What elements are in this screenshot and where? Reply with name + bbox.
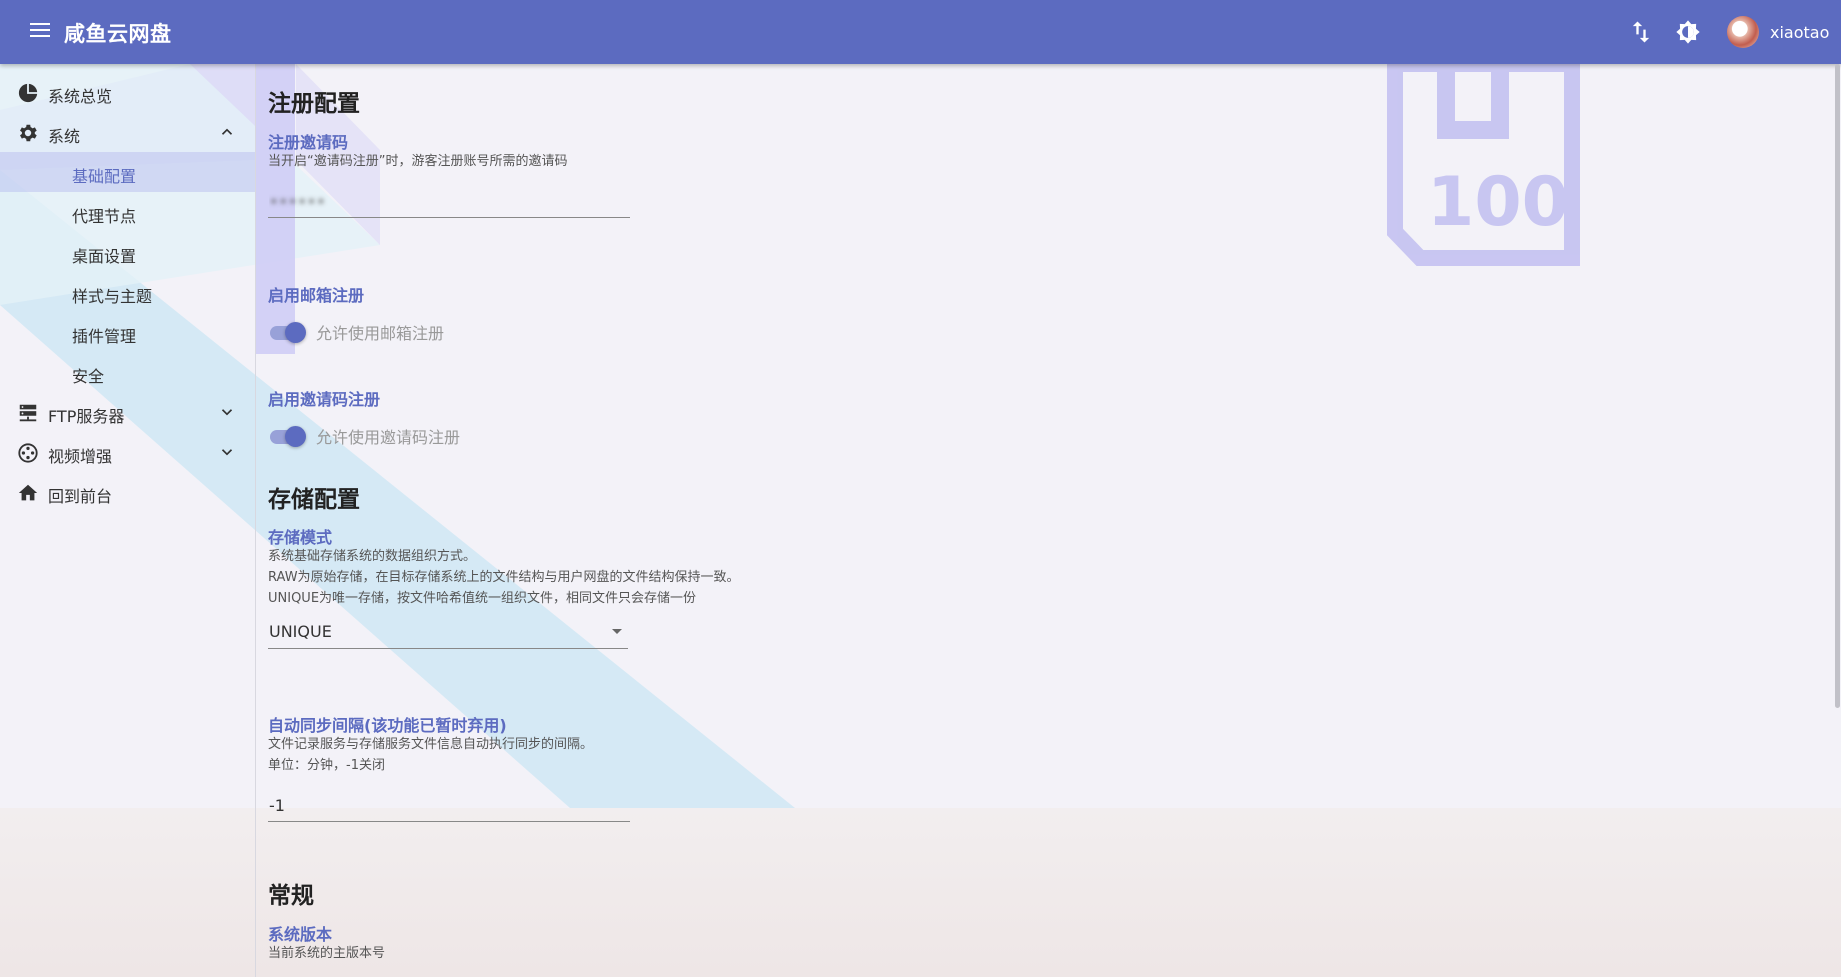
avatar (1727, 16, 1759, 48)
sidebar: 系统总览 系统 基础配置 代理节点 桌面设置 样式与主题 插件管理 安全 FTP… (0, 64, 256, 977)
username: xiaotao (1770, 22, 1830, 42)
storage-mode-helper-1: 系统基础存储系统的数据组织方式。 (268, 549, 477, 564)
sync-interval-helper-1: 文件记录服务与存储服务文件信息自动执行同步的间隔。 (268, 737, 594, 752)
storage-mode-value: UNIQUE (269, 622, 332, 641)
storage-mode-label: 存储模式 (268, 528, 333, 547)
general-section-title: 常规 (268, 883, 314, 909)
sidebar-item-overview[interactable]: 系统总览 (0, 72, 255, 112)
email-register-label: 启用邮箱注册 (268, 286, 365, 305)
film-reel-icon (18, 443, 38, 463)
invite-code-input[interactable] (268, 185, 630, 218)
dropdown-arrow-icon (612, 629, 622, 634)
invite-register-switch[interactable]: 允许使用邀请码注册 (268, 422, 460, 450)
chevron-down-icon (221, 409, 233, 416)
register-section-title: 注册配置 (268, 91, 360, 117)
sidebar-subitem-security[interactable]: 安全 (0, 352, 255, 392)
sidebar-item-ftp[interactable]: FTP服务器 (0, 392, 255, 432)
toggle-switch[interactable] (268, 321, 306, 343)
sync-interval-input[interactable] (268, 789, 630, 822)
sidebar-item-video-enhance[interactable]: 视频增强 (0, 432, 255, 472)
sidebar-subitem-desktop-settings[interactable]: 桌面设置 (0, 232, 255, 272)
settings-content: 注册配置 注册邀请码 当开启“邀请码注册”时，游客注册账号所需的邀请码 启用邮箱… (256, 64, 1826, 977)
sidebar-subitem-label: 基础配置 (72, 167, 137, 186)
scrollbar[interactable] (1835, 64, 1841, 977)
sidebar-subitem-label: 样式与主题 (72, 287, 153, 306)
chevron-up-icon (221, 128, 233, 135)
sidebar-item-label: 系统 (48, 127, 81, 146)
system-version-label: 系统版本 (268, 925, 333, 944)
gear-icon (20, 124, 37, 142)
sidebar-subitem-label: 安全 (72, 367, 105, 386)
sidebar-item-label: 视频增强 (48, 447, 113, 466)
email-register-switch[interactable]: 允许使用邮箱注册 (268, 318, 444, 346)
home-icon (18, 484, 38, 501)
sidebar-subitem-proxy-nodes[interactable]: 代理节点 (0, 192, 255, 232)
system-version-helper: 当前系统的主版本号 (268, 946, 386, 961)
sidebar-subitem-label: 桌面设置 (72, 247, 137, 266)
scrollbar-thumb[interactable] (1835, 64, 1840, 708)
storage-mode-helper-3: UNIQUE为唯一存储，按文件哈希值统一组织文件，相同文件只会存储一份 (268, 591, 697, 606)
chevron-down-icon (221, 449, 233, 456)
app-title: 咸鱼云网盘 (64, 22, 172, 46)
storage-mode-select[interactable]: UNIQUE (268, 616, 628, 649)
sidebar-subitem-basic-config[interactable]: 基础配置 (0, 152, 255, 192)
sidebar-subitem-label: 插件管理 (72, 327, 137, 346)
sidebar-item-label: FTP服务器 (48, 407, 125, 426)
sidebar-item-home[interactable]: 回到前台 (0, 472, 255, 512)
storage-section-title: 存储配置 (268, 487, 360, 513)
invite-code-helper: 当开启“邀请码注册”时，游客注册账号所需的邀请码 (268, 154, 568, 169)
menu-icon[interactable] (27, 20, 53, 44)
app-bar: 咸鱼云网盘 xiaotao (0, 0, 1841, 64)
sidebar-subitem-style-theme[interactable]: 样式与主题 (0, 272, 255, 312)
sync-interval-label: 自动同步间隔(该功能已暂时弃用) (268, 716, 507, 735)
server-icon (19, 404, 37, 422)
sync-interval-helper-2: 单位：分钟，-1关闭 (268, 758, 385, 773)
brightness-icon[interactable] (1674, 18, 1702, 46)
dashboard-pie-icon (18, 83, 38, 103)
switch-label: 允许使用邮箱注册 (316, 324, 445, 343)
sidebar-item-label: 系统总览 (48, 87, 113, 106)
sidebar-subitem-plugins[interactable]: 插件管理 (0, 312, 255, 352)
swap-vertical-icon[interactable] (1627, 18, 1655, 46)
storage-mode-helper-2: RAW为原始存储，在目标存储系统上的文件结构与用户网盘的文件结构保持一致。 (268, 570, 740, 585)
invite-code-label: 注册邀请码 (268, 133, 349, 152)
sidebar-subitem-label: 代理节点 (72, 207, 137, 226)
sidebar-item-system[interactable]: 系统 (0, 112, 255, 152)
invite-register-label: 启用邀请码注册 (268, 390, 381, 409)
sidebar-item-label: 回到前台 (48, 487, 113, 506)
user-menu[interactable]: xiaotao (1727, 16, 1829, 48)
toggle-switch[interactable] (268, 425, 306, 447)
switch-label: 允许使用邀请码注册 (316, 428, 461, 447)
